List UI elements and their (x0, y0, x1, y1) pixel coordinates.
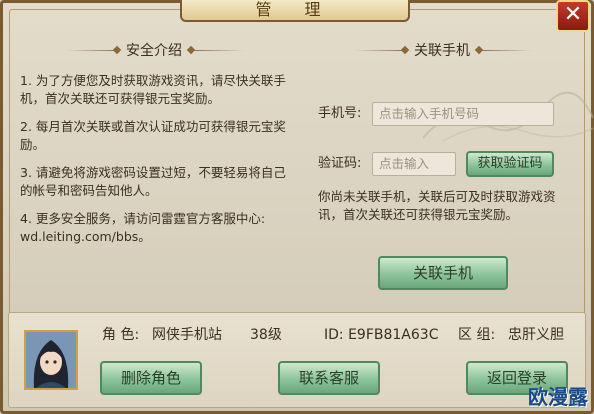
intro-item-4: 4. 更多安全服务，请访问雷霆官方客服中心: wd.leiting.com/bb… (20, 211, 266, 244)
avatar-portrait-icon (26, 332, 76, 388)
header-divider-right (194, 50, 244, 51)
header-divider-left (354, 50, 404, 51)
role-name: 网侠手机站 (152, 327, 222, 343)
header-ornament-left (112, 45, 122, 55)
delete-role-button[interactable]: 删除角色 (100, 361, 202, 395)
code-label: 验证码: (318, 156, 362, 171)
close-icon: ✕ (563, 2, 583, 27)
header-divider-left (66, 50, 116, 51)
role-level: 38级 (250, 327, 282, 343)
contact-support-button[interactable]: 联系客服 (278, 361, 380, 395)
close-button[interactable]: ✕ (556, 0, 590, 32)
security-intro-title: 安全介绍 (126, 43, 182, 59)
bind-phone-note: 你尚未关联手机，关联后可及时获取游戏资讯，首次关联还可获得银元宝奖励。 (318, 189, 556, 222)
code-input[interactable]: 点击输入 (372, 152, 456, 176)
security-intro-header: 安全介绍 (66, 40, 244, 62)
role-label: 角 色: (102, 327, 140, 343)
character-avatar (24, 330, 78, 390)
role-id: ID: E9FB81A63C (324, 327, 439, 343)
bind-phone-title: 关联手机 (414, 43, 470, 59)
security-intro-list: 1. 为了方便您及时获取游戏资讯，请尽快关联手机，首次关联还可获得银元宝奖励。 … (20, 72, 290, 256)
get-code-button[interactable]: 获取验证码 (466, 151, 554, 177)
window-title: 管 理 (180, 0, 410, 22)
zone-name: 忠肝义胆 (508, 327, 564, 343)
bind-phone-header: 关联手机 (354, 40, 532, 62)
header-ornament-left (400, 45, 410, 55)
intro-item-1: 1. 为了方便您及时获取游戏资讯，请尽快关联手机，首次关联还可获得银元宝奖励。 (20, 73, 286, 106)
site-watermark: 欧漫露 (528, 385, 588, 409)
header-divider-right (482, 50, 532, 51)
phone-input[interactable]: 点击输入手机号码 (372, 102, 554, 126)
phone-label: 手机号: (318, 106, 362, 121)
intro-item-2: 2. 每月首次关联或首次认证成功可获得银元宝奖励。 (20, 119, 286, 152)
zone-label: 区 组: (458, 327, 496, 343)
bind-phone-button[interactable]: 关联手机 (378, 256, 508, 290)
intro-item-3: 3. 请避免将游戏密码设置过短，不要轻易将自己的帐号和密码告知他人。 (20, 165, 286, 198)
